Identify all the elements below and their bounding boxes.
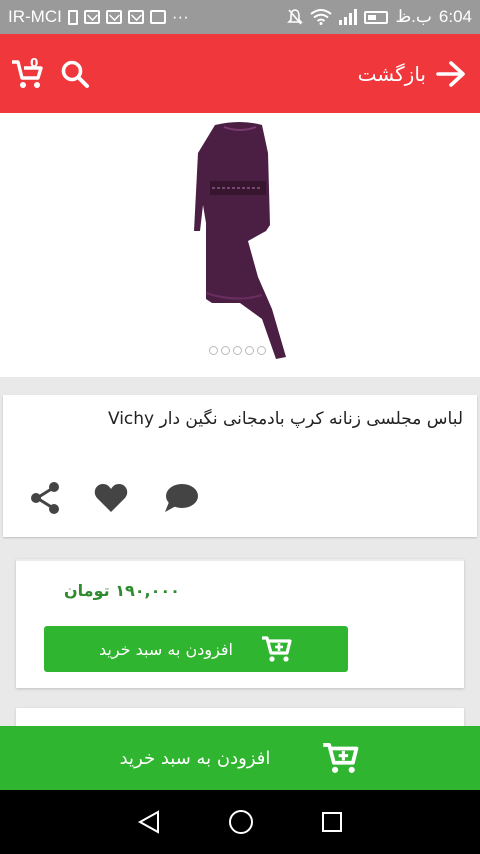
more-notifications: ··· xyxy=(171,7,189,26)
signal-icon xyxy=(339,9,358,25)
product-title: لباس مجلسی زنانه کرپ بادمجانی نگین دار V… xyxy=(107,409,463,429)
image-icon xyxy=(149,10,166,24)
share-button[interactable] xyxy=(29,481,93,515)
like-button[interactable] xyxy=(93,481,157,515)
add-to-cart-icon xyxy=(262,636,292,662)
gallery-dot[interactable] xyxy=(221,346,230,355)
back-button[interactable]: بازگشت xyxy=(357,60,466,87)
carrier-label: IR-MCI xyxy=(8,7,62,26)
price-label: ۱۹۰,۰۰۰ تومان xyxy=(64,581,180,600)
time-label: 6:04 xyxy=(438,7,472,26)
product-title-card: لباس مجلسی زنانه کرپ بادمجانی نگین دار V… xyxy=(3,395,477,537)
add-to-cart-icon xyxy=(323,743,359,773)
time-ampm: ب.ظ xyxy=(395,7,432,26)
app-bar: 0 بازگشت xyxy=(0,34,480,113)
battery-icon xyxy=(364,10,389,24)
sim-icon xyxy=(67,9,78,25)
gallery-dot[interactable] xyxy=(233,346,242,355)
bottom-add-to-cart-label: افزودن به سبد خرید xyxy=(119,747,271,769)
add-to-cart-label: افزودن به سبد خرید xyxy=(98,639,233,659)
mail-icon xyxy=(127,10,144,24)
price-card: ۱۹۰,۰۰۰ تومان افزودن به سبد خرید xyxy=(16,559,464,688)
nav-recents-button[interactable] xyxy=(320,810,344,834)
system-navigation-bar xyxy=(0,790,480,854)
product-image xyxy=(194,122,286,359)
app-bar-actions: 0 xyxy=(10,55,90,90)
status-left: IR-MCI ··· xyxy=(8,7,189,27)
mail-icon xyxy=(105,10,122,24)
bottom-add-to-cart-bar[interactable]: افزودن به سبد خرید xyxy=(0,726,480,790)
product-actions xyxy=(29,481,227,515)
wifi-icon xyxy=(310,9,333,25)
gallery-pagination xyxy=(209,346,266,355)
nav-back-button[interactable] xyxy=(136,809,162,835)
arrow-right-icon xyxy=(436,60,465,87)
add-to-cart-button[interactable]: افزودن به سبد خرید xyxy=(44,626,348,672)
status-right: ب.ظ 6:04 xyxy=(287,7,472,27)
search-icon[interactable] xyxy=(60,59,90,89)
gallery-dot[interactable] xyxy=(209,346,218,355)
mute-icon xyxy=(287,9,304,25)
cart-icon xyxy=(12,59,43,88)
comment-icon xyxy=(165,484,198,512)
share-icon xyxy=(31,482,59,514)
status-bar: IR-MCI ··· ب.ظ 6:04 xyxy=(0,0,480,34)
mail-icon xyxy=(83,10,100,24)
heart-icon xyxy=(94,484,128,512)
gallery-dot[interactable] xyxy=(245,346,254,355)
nav-home-button[interactable] xyxy=(227,808,255,836)
gallery-dot[interactable] xyxy=(257,346,266,355)
comment-button[interactable] xyxy=(163,481,227,515)
back-label: بازگشت xyxy=(357,61,426,86)
cart-button[interactable]: 0 xyxy=(10,55,46,90)
cart-count-badge: 0 xyxy=(30,55,39,70)
product-image-gallery[interactable] xyxy=(0,113,480,377)
